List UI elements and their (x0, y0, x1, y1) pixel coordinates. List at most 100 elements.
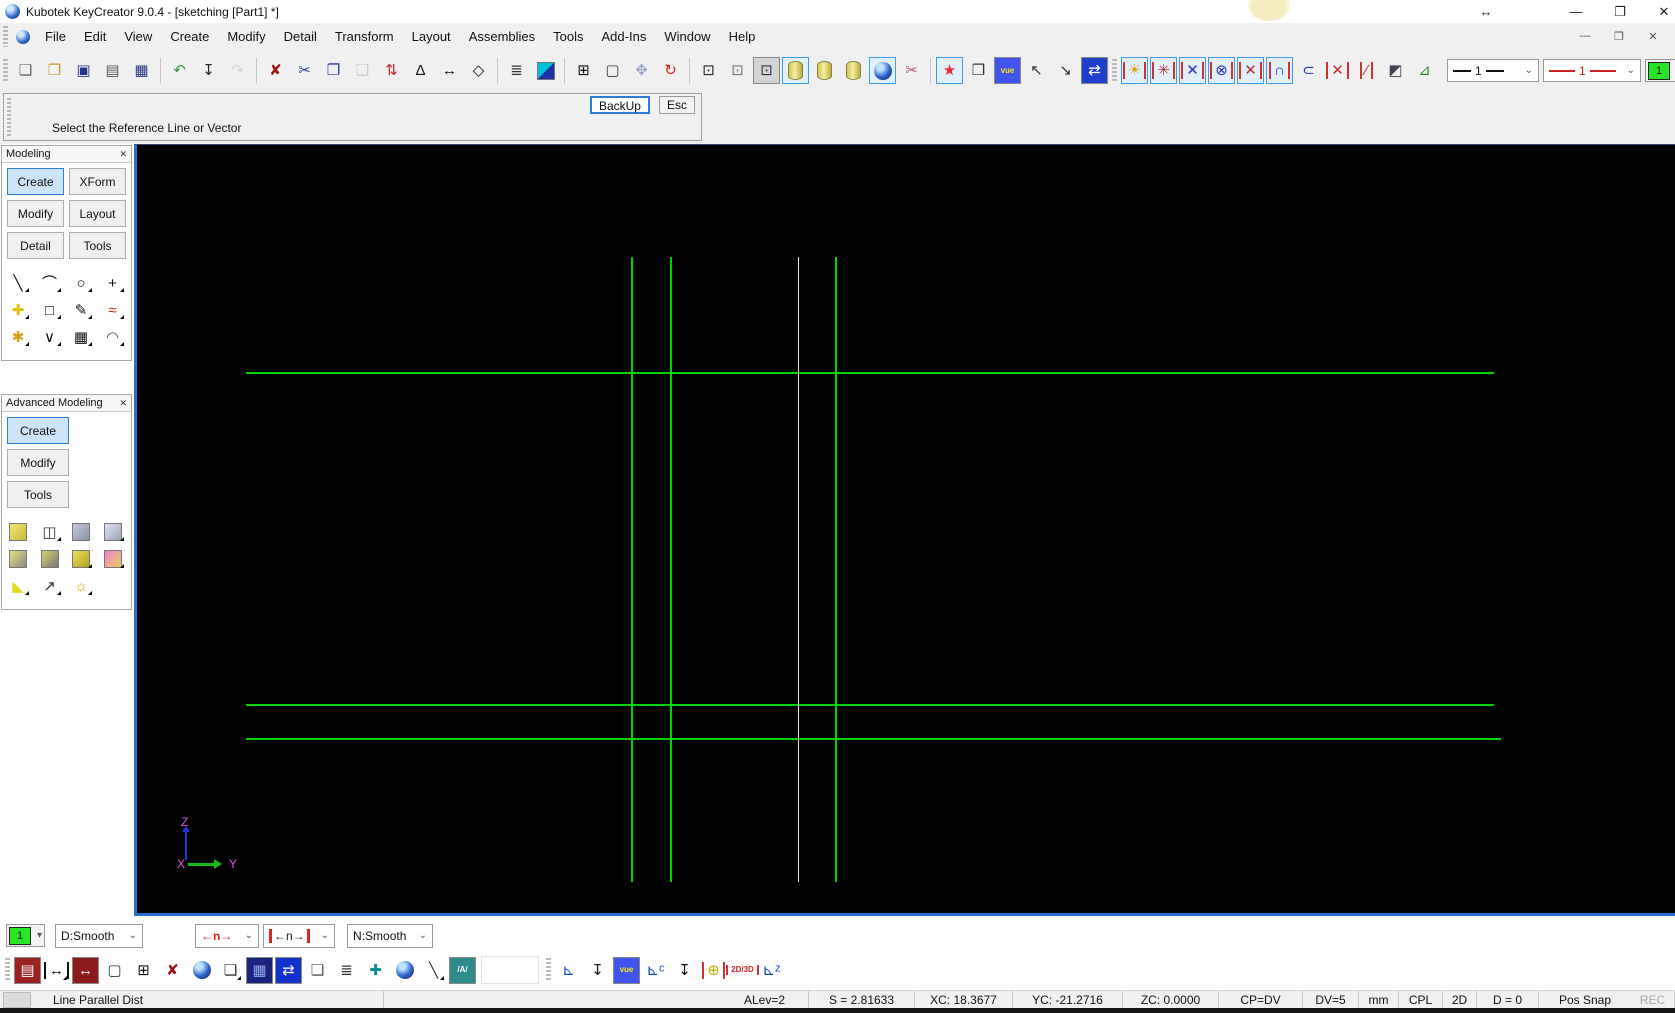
save-view-icon[interactable]: ↧ (584, 957, 611, 984)
cplane-z-icon[interactable]: ⊾ᶻ (758, 957, 785, 984)
copy-icon[interactable]: ❐ (320, 57, 347, 84)
mdi-restore-icon[interactable]: ❐ (1609, 30, 1629, 43)
level-color-select[interactable]: 1 ▾ (6, 924, 46, 947)
copy-entity-icon[interactable]: ❏ (217, 957, 244, 984)
grid-navy-icon[interactable]: ▦ (246, 956, 273, 984)
menu-assemblies[interactable]: Assemblies (460, 29, 544, 44)
mdi-minimize-icon[interactable]: — (1575, 30, 1595, 43)
line-node-icon[interactable]: ╲ (420, 957, 447, 984)
select-box2-icon[interactable]: ▢ (101, 957, 128, 984)
normal-smooth-select[interactable]: N:Smooth ⌄ (347, 923, 434, 948)
menu-tools[interactable]: Tools (544, 29, 592, 44)
mdi-close-icon[interactable]: ✕ (1643, 30, 1663, 43)
cross-icon[interactable]: ✚ (362, 957, 389, 984)
close-icon[interactable]: ✕ (119, 398, 127, 409)
mesh-slab-icon[interactable] (99, 519, 127, 545)
menu-transform[interactable]: Transform (326, 29, 403, 44)
pc-vue2-icon[interactable]: vue (613, 956, 640, 984)
fit-view-icon[interactable]: ⊞ (570, 57, 597, 84)
menu-create[interactable]: Create (161, 29, 218, 44)
arc-icon[interactable]: ⌒ (36, 270, 64, 296)
line-icon[interactable]: ╲ (4, 270, 32, 296)
view-2d3d-icon[interactable]: 2D/3D (726, 957, 759, 984)
menu-modify[interactable]: Modify (218, 29, 274, 44)
menu-addins[interactable]: Add-Ins (593, 29, 656, 44)
view-hidden-gray-icon[interactable]: ⊡ (753, 57, 780, 84)
display-smooth-select[interactable]: D:Smooth ⌄ (55, 923, 144, 948)
cascade-icon[interactable]: ≣ (333, 957, 360, 984)
print-icon[interactable]: ▤ (99, 57, 126, 84)
color-level-swatch[interactable]: 1 ▾ (1645, 59, 1675, 82)
cplane-icon[interactable]: ⊾ (555, 957, 582, 984)
pick-add-icon[interactable]: ↖ (1023, 57, 1050, 84)
mesh-icon[interactable]: ▦ (67, 324, 95, 350)
conic-icon[interactable]: ✱ (4, 324, 32, 350)
menubar-grip[interactable] (3, 25, 8, 48)
globe-icon[interactable] (188, 957, 215, 984)
extrude-icon[interactable]: ◫ (36, 519, 64, 545)
green-construction-vline[interactable] (670, 257, 672, 882)
window-swap2-icon[interactable]: ⇄ (275, 956, 302, 984)
view-shaded-icon[interactable] (782, 57, 809, 84)
globe2-icon[interactable] (391, 957, 418, 984)
menu-layout[interactable]: Layout (403, 29, 460, 44)
snap-center-icon[interactable]: ⊗ (1208, 57, 1235, 84)
esc-button[interactable]: Esc (658, 96, 695, 114)
fit2-icon[interactable]: ⊞ (130, 957, 157, 984)
dim-in-select[interactable]: ←n→ ⌄ (263, 923, 336, 948)
slash-a-icon[interactable]: /A/ (449, 956, 476, 984)
color-grid-icon[interactable] (532, 57, 559, 84)
prompt-grip[interactable] (7, 98, 11, 138)
blank-field[interactable] (481, 956, 539, 984)
spline-icon[interactable]: ≈ (99, 297, 127, 323)
menu-window[interactable]: Window (655, 29, 719, 44)
toolbar-grip[interactable] (546, 958, 551, 982)
vector-icon[interactable]: ↗ (36, 573, 64, 599)
menu-edit[interactable]: Edit (75, 29, 115, 44)
snap-perp-icon[interactable]: ✕ (1324, 57, 1351, 84)
circle-icon[interactable]: ○ (67, 270, 95, 296)
triad-icon[interactable]: ⊿ (1411, 57, 1438, 84)
modify-button[interactable]: Modify (7, 200, 64, 227)
green-construction-hline[interactable] (246, 372, 1494, 374)
ditto-icon[interactable]: ⇅ (378, 57, 405, 84)
drawing-canvas[interactable]: Z X Y (134, 144, 1675, 916)
close-button[interactable]: ✕ (1653, 4, 1675, 20)
window-swap-icon[interactable]: ⇄ (1081, 57, 1108, 84)
create-button[interactable]: Create (7, 417, 69, 444)
toolbar-grip[interactable] (3, 58, 8, 83)
toolbar-grip[interactable] (1112, 58, 1117, 83)
modeling-palette-titlebar[interactable]: Modeling ✕ (2, 146, 131, 163)
view-clip-icon[interactable]: ✂ (898, 57, 925, 84)
open-icon[interactable]: ❒ (41, 57, 68, 84)
create-button[interactable]: Create (7, 168, 64, 195)
rectangle-icon[interactable]: □ (36, 297, 64, 323)
redo-icon[interactable]: ↷ (224, 57, 251, 84)
trim-surface-icon[interactable] (99, 546, 127, 572)
point-icon[interactable]: + (99, 270, 127, 296)
resize-handle-icon[interactable]: ↔ (1475, 4, 1497, 19)
snap-arc-icon[interactable]: ⊂ (1295, 57, 1322, 84)
tools-button[interactable]: Tools (7, 481, 69, 508)
menu-file[interactable]: File (36, 29, 75, 44)
green-construction-vline[interactable] (835, 257, 837, 882)
delete-icon[interactable]: ✘ (262, 57, 289, 84)
save-icon[interactable]: ▣ (70, 57, 97, 84)
dim-out-select[interactable]: ←n→ ⌄ (195, 923, 260, 948)
snap-end-icon[interactable]: ✕ (1179, 57, 1206, 84)
modify-button[interactable]: Modify (7, 449, 69, 476)
document-icon[interactable] (16, 29, 30, 44)
toolbar-grip[interactable] (5, 958, 10, 982)
close-icon[interactable]: ✕ (119, 149, 127, 160)
backup-button[interactable]: BackUp (589, 96, 650, 114)
view-cube-icon[interactable]: ◩ (1382, 57, 1409, 84)
stretch-icon[interactable]: ↔ (436, 57, 463, 84)
new-page-icon[interactable]: ❏ (304, 957, 331, 984)
menu-view[interactable]: View (115, 29, 161, 44)
pick-copy-icon[interactable]: ↘ (1052, 57, 1079, 84)
delete2-icon[interactable]: ✘ (159, 957, 186, 984)
cut-icon[interactable]: ✂ (291, 57, 318, 84)
xform-button[interactable]: XForm (69, 168, 126, 195)
solid-block-icon[interactable] (4, 519, 32, 545)
snap-angle-icon[interactable]: ∕ (1353, 57, 1380, 84)
